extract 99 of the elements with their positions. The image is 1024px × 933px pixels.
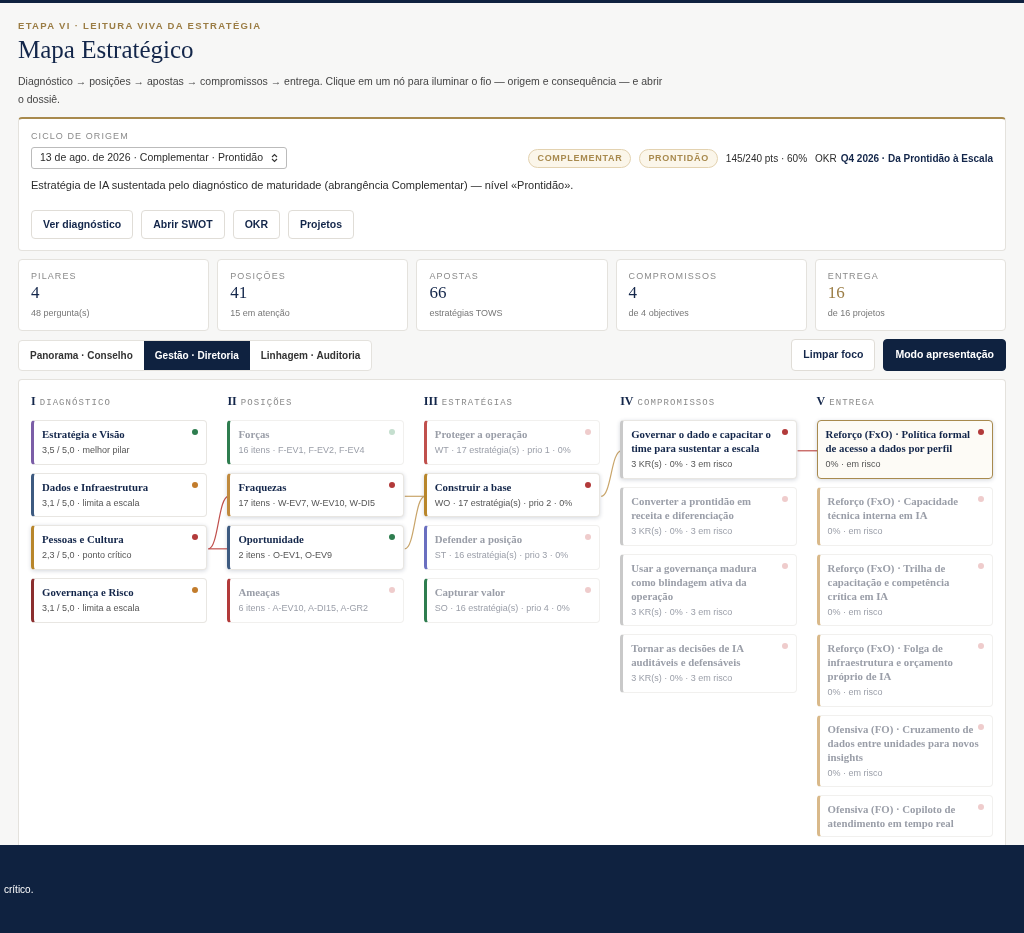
node-meta: 0% · em risco	[827, 525, 884, 538]
action-button[interactable]: Projetos	[288, 209, 355, 240]
bottom-bar-text: crítico.	[4, 882, 34, 897]
stat-value: 4	[31, 283, 41, 303]
node-meta: 3,1 / 5,0 · limita a escala	[42, 602, 141, 615]
node-title: Oportunidade	[238, 532, 305, 547]
action-button[interactable]: Modo apresentação	[883, 339, 1006, 371]
node-title: Reforço (FxO) · Política formal de acesso a dados por perfil	[825, 427, 972, 456]
node-title: Ofensiva (FO) · Cruzamento de dados entre unidades para novos insights	[827, 721, 979, 764]
okr-label: OKR	[815, 151, 837, 166]
node-title: Forças	[238, 427, 271, 442]
cycle-select[interactable]: 13 de ago. de 2026 · Complementar · Prontidão	[31, 147, 287, 170]
node-meta: 2 itens · O-EV1, O-EV9	[238, 549, 333, 563]
node-meta: SO · 16 estratégia(s) · prio 4 · 0%	[434, 602, 571, 615]
node-title: Defender a posição	[434, 532, 524, 547]
view-tab[interactable]: Panorama · Conselho	[19, 340, 144, 370]
node-title: Fraquezas	[238, 479, 288, 494]
node-meta: ST · 16 estratégia(s) · prio 3 · 0%	[434, 549, 570, 563]
column-title: DIAGNÓSTICO	[39, 396, 111, 410]
map-node[interactable]: Oportunidade 2 itens · O-EV1, O-EV9	[227, 525, 404, 570]
stat-note: 15 em atenção	[230, 306, 291, 320]
map-node[interactable]: Pessoas e Cultura 2,3 / 5,0 · ponto crítico	[31, 525, 208, 570]
node-meta: 3,5 / 5,0 · melhor pilar	[42, 444, 131, 458]
node-title: Governança e Risco	[42, 584, 135, 599]
stat-label: COMPROMISSOS	[628, 270, 719, 284]
score-text: 145/240 pts · 60%	[725, 151, 808, 166]
column-title: COMPROMISSOS	[637, 396, 716, 410]
stat-note: estratégias TOWS	[429, 306, 504, 320]
node-title: Pessoas e Cultura	[42, 532, 125, 547]
stat-value: 41	[230, 283, 249, 303]
map-node[interactable]: Dados e Infraestrutura 3,1 / 5,0 · limita a escala	[31, 472, 208, 518]
view-tab[interactable]: Gestão · Diretoria	[143, 340, 250, 370]
node-meta: 3 KR(s) · 0% · 3 em risco	[631, 605, 734, 619]
stat-note: de 16 projetos	[827, 306, 886, 320]
stat-note: de 4 objectives	[628, 306, 690, 320]
node-meta: 0% · em risco	[827, 766, 884, 780]
action-button[interactable]: Abrir SWOT	[141, 209, 225, 240]
node-meta: 6 itens · A-EV10, A-DI15, A-GR2	[238, 602, 369, 615]
stat-label: POSIÇÕES	[230, 270, 287, 284]
page-title: Mapa Estratégico	[18, 35, 195, 66]
map-node[interactable]: Fraquezas 17 itens · W-EV7, W-EV10, W-DI5	[227, 472, 404, 518]
level-badge: PRONTIDÃO	[639, 148, 718, 169]
action-button[interactable]: Ver diagnóstico	[31, 209, 134, 240]
node-title: Converter a prontidão em receita e diferenciação	[631, 493, 753, 522]
node-title: Construir a base	[434, 479, 513, 494]
action-button[interactable]: Limpar foco	[791, 339, 876, 371]
node-meta: 0% · em risco	[827, 686, 884, 700]
map-node[interactable]: Reforço (FxO) · Política formal de acesso a dados por perfil 0% · em risco	[816, 420, 993, 479]
eyebrow-label: ETAPA VI · LEITURA VIVA DA ESTRATÉGIA	[18, 19, 263, 33]
column-numeral: II	[227, 392, 237, 410]
map-node[interactable]: Estratégia e Visão 3,5 / 5,0 · melhor pilar	[31, 420, 208, 465]
stat-value: 16	[827, 283, 846, 303]
node-meta: 17 itens · W-EV7, W-EV10, W-DI5	[238, 496, 376, 510]
column-title: POSIÇÕES	[240, 396, 293, 410]
node-meta: WO · 17 estratégia(s) · prio 2 · 0%	[434, 496, 574, 510]
node-meta: 0% · em risco	[825, 458, 882, 472]
node-title: Reforço (FxO) · Capacidade técnica interna em IA	[827, 493, 960, 522]
node-meta: 3 KR(s) · 0% · 3 em risco	[631, 525, 734, 538]
stat-label: APOSTAS	[429, 270, 480, 284]
cycle-label: CICLO DE ORIGEM	[31, 129, 130, 143]
stat-note: 48 pergunta(s)	[31, 306, 91, 320]
level-badge: COMPLEMENTAR	[528, 148, 632, 169]
map-node[interactable]: Construir a base WO · 17 estratégia(s) · prio 2 · 0%	[423, 472, 601, 518]
stat-label: ENTREGA	[827, 270, 880, 284]
intro-text: Diagnóstico → posições → apostas → compromissos → entrega. Clique em um nó para iluminar o fio — origem e consequência — e abrir o dossiê.	[18, 74, 664, 108]
node-title: Reforço (FxO) · Trilha de capacitação e competência crítica em IA	[827, 560, 951, 603]
node-meta: 3 KR(s) · 0% · 3 em risco	[631, 458, 734, 472]
column-numeral: III	[423, 392, 438, 410]
node-title: Ameaças	[238, 584, 281, 599]
column-numeral: V	[816, 392, 826, 410]
map-node[interactable]: Governar o dado e capacitar o time para sustentar a escala 3 KR(s) · 0% · 3 em risco	[620, 420, 797, 479]
node-meta: 3 KR(s) · 0% · 3 em risco	[631, 672, 734, 686]
column-numeral: IV	[620, 392, 634, 410]
column-numeral: I	[31, 392, 36, 410]
node-title: Tornar as decisões de IA auditáveis e defensáveis	[631, 641, 745, 670]
view-tab[interactable]: Linhagem · Auditoria	[249, 340, 372, 370]
node-meta: 16 itens · F-EV1, F-EV2, F-EV4	[238, 444, 366, 458]
stat-value: 66	[429, 283, 448, 303]
node-title: Ofensiva (FO) · Copiloto de atendimento em tempo real	[827, 802, 957, 831]
stat-value: 4	[628, 283, 639, 303]
okr-value: Q4 2026 · Da Prontidão à Escala	[840, 151, 993, 166]
node-meta: WT · 17 estratégia(s) · prio 1 · 0%	[434, 444, 572, 458]
node-title: Proteger a operação	[434, 427, 529, 442]
node-title: Reforço (FxO) · Folga de infraestrutura e orçamento próprio de IA	[827, 641, 954, 684]
chevron-icon	[271, 153, 278, 164]
column-title: ENTREGA	[829, 396, 875, 410]
action-button[interactable]: OKR	[232, 209, 281, 240]
node-title: Capturar valor	[434, 584, 507, 599]
node-title: Governar o dado e capacitar o time para sustentar a escala	[631, 427, 772, 456]
map-node[interactable]: Governança e Risco 3,1 / 5,0 · limita a escala	[31, 577, 208, 623]
node-title: Usar a governança madura como blindagem ativa da operação	[631, 560, 758, 603]
node-meta: 0% · em risco	[827, 605, 884, 619]
node-meta: 2,3 / 5,0 · ponto crítico	[42, 549, 133, 563]
column-title: ESTRATÉGIAS	[441, 396, 514, 410]
node-title: Estratégia e Visão	[42, 427, 126, 442]
node-meta: 3,1 / 5,0 · limita a escala	[42, 496, 141, 510]
stat-label: PILARES	[31, 270, 78, 284]
cycle-description: Estratégia de IA sustentada pelo diagnóstico de maturidade (abrangência Complementar) — nível «Prontidão».	[31, 178, 575, 194]
node-title: Dados e Infraestrutura	[42, 479, 150, 494]
